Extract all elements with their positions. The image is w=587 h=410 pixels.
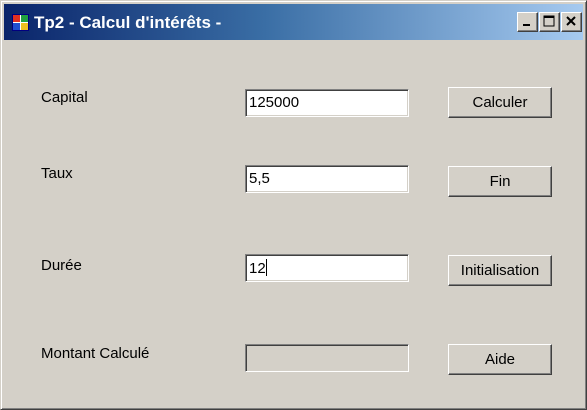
taux-label: Taux bbox=[41, 165, 73, 182]
calculer-button[interactable]: Calculer bbox=[448, 87, 552, 118]
close-icon bbox=[566, 16, 576, 26]
maximize-button[interactable] bbox=[539, 12, 560, 32]
minimize-icon bbox=[523, 24, 530, 26]
minimize-button[interactable] bbox=[517, 12, 538, 32]
montant-label: Montant Calculé bbox=[41, 345, 150, 362]
aide-button[interactable]: Aide bbox=[448, 344, 552, 375]
main-window: Tp2 - Calcul d'intérêts - Capital 125000… bbox=[0, 0, 587, 410]
maximize-icon bbox=[543, 15, 555, 27]
montant-output bbox=[245, 344, 409, 372]
windows-form-icon[interactable] bbox=[12, 14, 29, 31]
duree-input[interactable]: 12 bbox=[245, 254, 409, 282]
window-title: Tp2 - Calcul d'intérêts - bbox=[34, 13, 222, 32]
capital-label: Capital bbox=[41, 89, 88, 106]
title-bar[interactable]: Tp2 - Calcul d'intérêts - bbox=[4, 4, 583, 40]
fin-button[interactable]: Fin bbox=[448, 166, 552, 197]
taux-input[interactable]: 5,5 bbox=[245, 165, 409, 193]
text-caret bbox=[265, 259, 267, 276]
capital-input-value: 125000 bbox=[249, 94, 300, 111]
capital-input[interactable]: 125000 bbox=[245, 89, 409, 117]
close-button[interactable] bbox=[561, 12, 582, 32]
duree-label: Durée bbox=[41, 257, 82, 274]
initialisation-button[interactable]: Initialisation bbox=[448, 255, 552, 286]
duree-input-value: 12 bbox=[249, 260, 266, 277]
taux-input-value: 5,5 bbox=[249, 170, 270, 187]
